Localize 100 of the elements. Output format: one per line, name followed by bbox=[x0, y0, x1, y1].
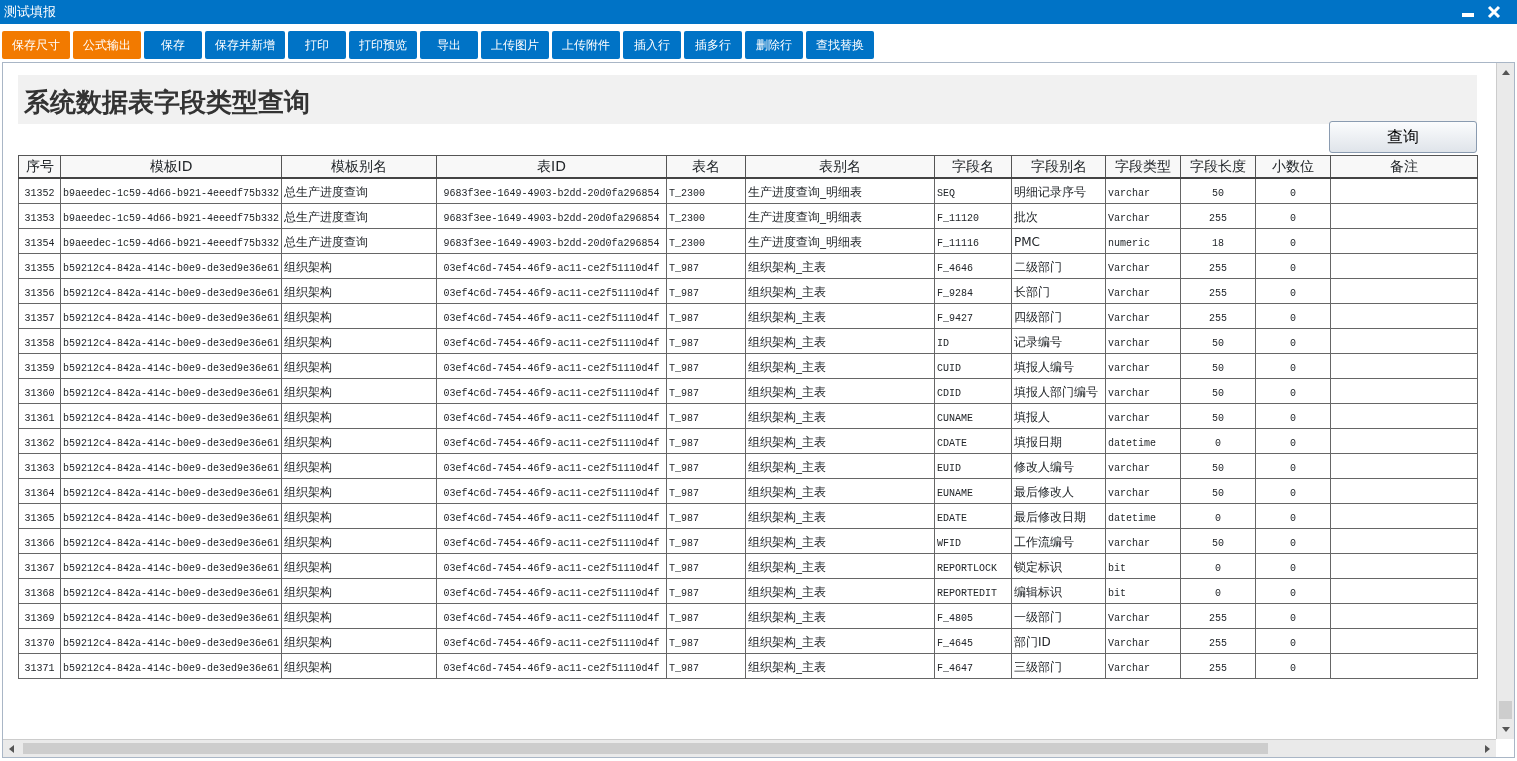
table-cell: 50 bbox=[1212, 338, 1224, 349]
toolbar-button[interactable]: 上传附件 bbox=[552, 31, 620, 59]
toolbar-button[interactable]: 删除行 bbox=[745, 31, 803, 59]
scrollbar-thumb[interactable] bbox=[23, 743, 1268, 754]
toolbar-button[interactable]: 打印 bbox=[288, 31, 346, 59]
table-cell: 0 bbox=[1290, 213, 1296, 224]
toolbar-button[interactable]: 查找替换 bbox=[806, 31, 874, 59]
scroll-left-icon[interactable] bbox=[9, 745, 14, 753]
table-cell: b59212c4-842a-414c-b0e9-de3ed9e36e61 bbox=[63, 413, 280, 424]
table-cell: Varchar bbox=[1108, 288, 1150, 299]
table-cell: 三级部门 bbox=[1014, 660, 1062, 674]
column-header: 模板别名 bbox=[281, 155, 437, 178]
toolbar-button[interactable]: 上传图片 bbox=[481, 31, 549, 59]
table-cell: T_2300 bbox=[669, 213, 705, 224]
table-cell: SEQ bbox=[937, 188, 955, 199]
table-cell: b59212c4-842a-414c-b0e9-de3ed9e36e61 bbox=[63, 313, 280, 324]
table-cell: 锁定标识 bbox=[1014, 560, 1062, 574]
table-cell: 03ef4c6d-7454-46f9-ac11-ce2f51110d4f bbox=[443, 338, 660, 349]
table-cell: 生产进度查询_明细表 bbox=[748, 235, 862, 249]
scroll-down-icon[interactable] bbox=[1502, 727, 1510, 732]
table-cell: 最后修改人 bbox=[1014, 485, 1074, 499]
table-cell: 18 bbox=[1212, 238, 1224, 249]
table-cell: 31370 bbox=[24, 638, 55, 649]
table-cell: 03ef4c6d-7454-46f9-ac11-ce2f51110d4f bbox=[443, 488, 660, 499]
table-cell: CUNAME bbox=[937, 413, 973, 424]
table-cell: 总生产进度查询 bbox=[284, 235, 368, 249]
scroll-right-icon[interactable] bbox=[1485, 745, 1490, 753]
table-cell: 组织架构_主表 bbox=[748, 435, 826, 449]
table-cell: 03ef4c6d-7454-46f9-ac11-ce2f51110d4f bbox=[443, 413, 660, 424]
table-cell: T_987 bbox=[669, 338, 699, 349]
table-cell: 组织架构 bbox=[284, 260, 332, 274]
table-cell: Varchar bbox=[1108, 663, 1150, 674]
table-cell: T_987 bbox=[669, 638, 699, 649]
table-cell: 生产进度查询_明细表 bbox=[748, 185, 862, 199]
table-cell: 03ef4c6d-7454-46f9-ac11-ce2f51110d4f bbox=[443, 563, 660, 574]
table-cell: 0 bbox=[1290, 563, 1296, 574]
toolbar-button[interactable]: 保存 bbox=[144, 31, 202, 59]
table-cell: 0 bbox=[1215, 563, 1221, 574]
table-cell: 0 bbox=[1215, 513, 1221, 524]
horizontal-scrollbar[interactable] bbox=[3, 739, 1496, 757]
toolbar-button[interactable]: 插多行 bbox=[684, 31, 742, 59]
query-button[interactable]: 查询 bbox=[1329, 121, 1477, 153]
table-cell: 组织架构_主表 bbox=[748, 310, 826, 324]
table-cell: 0 bbox=[1290, 663, 1296, 674]
toolbar-button[interactable]: 保存并新增 bbox=[205, 31, 285, 59]
table-cell: 50 bbox=[1212, 388, 1224, 399]
table-cell: 组织架构_主表 bbox=[748, 485, 826, 499]
table-cell: 填报人编号 bbox=[1014, 360, 1074, 374]
table-cell: 255 bbox=[1209, 663, 1227, 674]
table-cell: T_987 bbox=[669, 663, 699, 674]
table-cell: bit bbox=[1108, 563, 1126, 574]
table-cell: T_987 bbox=[669, 388, 699, 399]
table-cell: 31357 bbox=[24, 313, 55, 324]
table-cell: 批次 bbox=[1014, 210, 1038, 224]
table-cell: 最后修改日期 bbox=[1014, 510, 1086, 524]
window-title: 测试填报 bbox=[4, 3, 56, 21]
table-cell: 填报人 bbox=[1014, 410, 1050, 424]
table-cell: 03ef4c6d-7454-46f9-ac11-ce2f51110d4f bbox=[443, 588, 660, 599]
table-cell: 03ef4c6d-7454-46f9-ac11-ce2f51110d4f bbox=[443, 538, 660, 549]
table-cell: 255 bbox=[1209, 213, 1227, 224]
table-cell: 0 bbox=[1290, 488, 1296, 499]
toolbar-button[interactable]: 打印预览 bbox=[349, 31, 417, 59]
table-cell: 部门ID bbox=[1014, 635, 1051, 649]
table-cell: b59212c4-842a-414c-b0e9-de3ed9e36e61 bbox=[63, 438, 280, 449]
table-cell: 31360 bbox=[24, 388, 55, 399]
toolbar-button[interactable]: 保存尺寸 bbox=[2, 31, 70, 59]
table-cell: F_9284 bbox=[937, 288, 973, 299]
scrollbar-thumb[interactable] bbox=[1499, 701, 1512, 719]
table-cell: varchar bbox=[1108, 413, 1150, 424]
table-cell: 31371 bbox=[24, 663, 55, 674]
vertical-scrollbar[interactable] bbox=[1496, 63, 1514, 739]
table-cell: datetime bbox=[1108, 438, 1156, 449]
table-cell: b59212c4-842a-414c-b0e9-de3ed9e36e61 bbox=[63, 463, 280, 474]
table-cell: b59212c4-842a-414c-b0e9-de3ed9e36e61 bbox=[63, 288, 280, 299]
toolbar-button[interactable]: 公式输出 bbox=[73, 31, 141, 59]
table-cell: T_987 bbox=[669, 588, 699, 599]
column-header: 序号 bbox=[18, 155, 61, 178]
table-cell: b59212c4-842a-414c-b0e9-de3ed9e36e61 bbox=[63, 613, 280, 624]
toolbar-button[interactable]: 导出 bbox=[420, 31, 478, 59]
table-cell: b59212c4-842a-414c-b0e9-de3ed9e36e61 bbox=[63, 638, 280, 649]
table-cell: b59212c4-842a-414c-b0e9-de3ed9e36e61 bbox=[63, 588, 280, 599]
table-cell: 0 bbox=[1290, 288, 1296, 299]
column-header: 字段类型 bbox=[1105, 155, 1181, 178]
table-cell: T_987 bbox=[669, 313, 699, 324]
table-cell: 03ef4c6d-7454-46f9-ac11-ce2f51110d4f bbox=[443, 663, 660, 674]
table-cell: 03ef4c6d-7454-46f9-ac11-ce2f51110d4f bbox=[443, 288, 660, 299]
table-cell: WFID bbox=[937, 538, 961, 549]
scroll-up-icon[interactable] bbox=[1502, 70, 1510, 75]
table-cell: 组织架构 bbox=[284, 310, 332, 324]
table-cell: CUID bbox=[937, 363, 961, 374]
column-header: 备注 bbox=[1330, 155, 1478, 178]
table-cell: 总生产进度查询 bbox=[284, 210, 368, 224]
table-cell: T_987 bbox=[669, 413, 699, 424]
table-cell: 组织架构 bbox=[284, 510, 332, 524]
table-cell: b59212c4-842a-414c-b0e9-de3ed9e36e61 bbox=[63, 513, 280, 524]
close-icon[interactable] bbox=[1487, 5, 1501, 19]
table-cell: 组织架构_主表 bbox=[748, 410, 826, 424]
table-cell: 255 bbox=[1209, 638, 1227, 649]
column-header: 字段别名 bbox=[1011, 155, 1106, 178]
toolbar-button[interactable]: 插入行 bbox=[623, 31, 681, 59]
